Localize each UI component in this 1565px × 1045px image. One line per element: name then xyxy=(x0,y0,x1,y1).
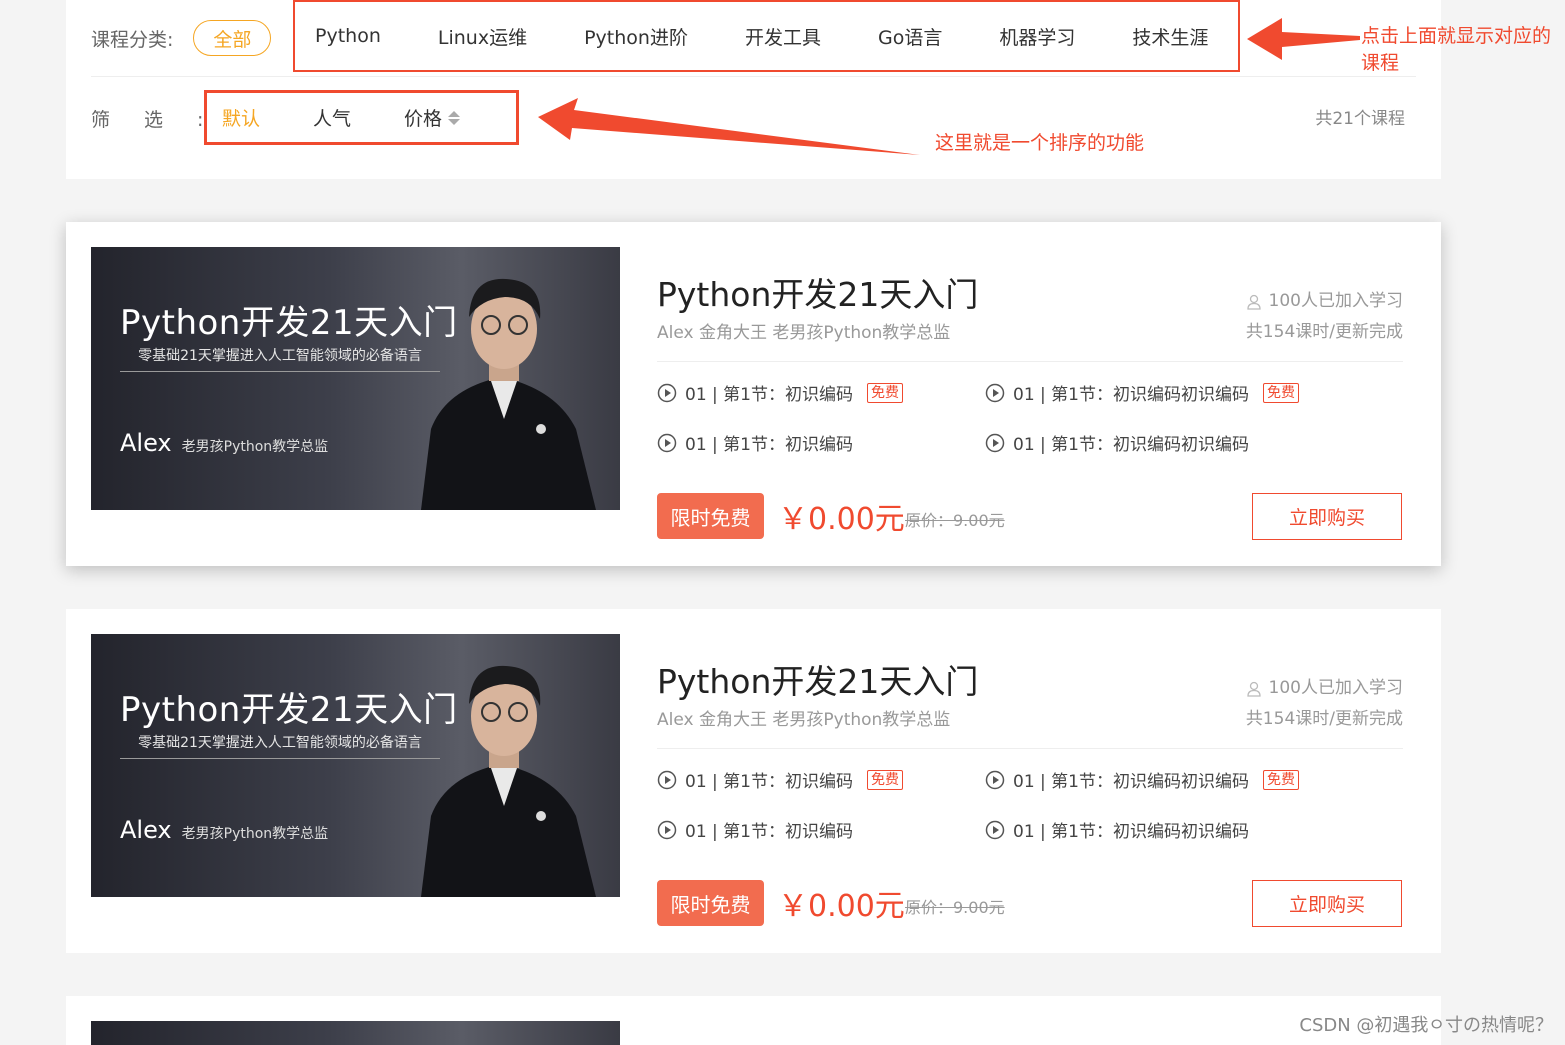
category-linux[interactable]: Linux运维 xyxy=(438,23,527,50)
free-tag: 免费 xyxy=(866,769,903,790)
play-icon xyxy=(657,383,677,402)
filter-panel: 课程分类: 全部 Python Linux运维 Python进阶 开发工具 Go… xyxy=(66,0,1441,179)
csdn-watermark: CSDN @初遇我ㅇ寸の热情呢？ xyxy=(1299,1015,1553,1036)
lesson-title: 01 | 第1节：初识编码 xyxy=(685,822,853,842)
learners-count: 100人已加入学习 xyxy=(1246,286,1403,317)
course-thumbnail[interactable]: Python开发21天入门 零基础21天掌握进入人工智能领域的必备语言 Alex… xyxy=(91,247,620,510)
course-price: ￥0.00元 xyxy=(778,502,905,537)
play-icon xyxy=(985,383,1005,402)
sort-default[interactable]: 默认 xyxy=(222,104,260,131)
sort-options: 默认 人气 价格 xyxy=(204,90,519,145)
course-thumbnail[interactable] xyxy=(91,1021,620,1045)
annotation-sort-note: 这里就是一个排序的功能 xyxy=(935,132,1145,154)
sort-price-label: 价格 xyxy=(404,108,443,130)
lesson-title: 01 | 第1节：初识编码初识编码 xyxy=(1013,822,1249,842)
card-divider xyxy=(657,361,1403,362)
course-meta: 100人已加入学习 共154课时/更新完成 xyxy=(1246,286,1403,348)
category-python-advanced[interactable]: Python进阶 xyxy=(584,23,688,50)
card-divider xyxy=(657,748,1403,749)
category-all-button[interactable]: 全部 xyxy=(193,20,272,56)
category-list: Python Linux运维 Python进阶 开发工具 Go语言 机器学习 技… xyxy=(293,0,1240,72)
lesson-title: 01 | 第1节：初识编码初识编码 xyxy=(1013,435,1249,455)
user-icon xyxy=(1246,294,1261,310)
thumbnail-author: Alex 老男孩Python教学总监 xyxy=(120,816,328,844)
course-teacher: Alex 金角大王 老男孩Python教学总监 xyxy=(657,323,951,343)
free-tag: 免费 xyxy=(866,382,903,403)
lessons-total: 共154课时/更新完成 xyxy=(1245,322,1403,342)
course-card[interactable]: Python开发21天入门 零基础21天掌握进入人工智能领域的必备语言 Alex… xyxy=(66,222,1441,566)
lesson-item[interactable]: 01 | 第1节：初识编码初识编码 xyxy=(985,430,1249,455)
course-total: 共21个课程 xyxy=(1315,109,1405,129)
user-icon xyxy=(1246,681,1261,697)
sort-price[interactable]: 价格 xyxy=(404,104,461,131)
lesson-item[interactable]: 01 | 第1节：初识编码初识编码 xyxy=(985,817,1249,842)
lesson-item[interactable]: 01 | 第1节：初识编码 免费 xyxy=(657,380,903,405)
learners-text: 100人已加入学习 xyxy=(1268,291,1403,311)
lesson-item[interactable]: 01 | 第1节：初识编码 免费 xyxy=(657,767,903,792)
course-title[interactable]: Python开发21天入门 xyxy=(657,268,978,316)
original-price: 原价：9.00元 xyxy=(905,511,1005,530)
learners-count: 100人已加入学习 xyxy=(1246,673,1403,704)
thumbnail-subtitle: 零基础21天掌握进入人工智能领域的必备语言 xyxy=(120,345,440,372)
instructor-photo-icon xyxy=(421,665,596,897)
lesson-title: 01 | 第1节：初识编码 xyxy=(685,772,853,792)
category-dev-tools[interactable]: 开发工具 xyxy=(745,23,821,50)
category-python[interactable]: Python xyxy=(315,25,381,47)
thumbnail-author-name: Alex xyxy=(120,816,172,844)
course-card[interactable]: Python开发21天入门 零基础21天掌握进入人工智能领域的必备语言 Alex… xyxy=(66,609,1441,953)
play-icon xyxy=(657,820,677,839)
play-icon xyxy=(985,770,1005,789)
play-icon xyxy=(985,820,1005,839)
category-machine-learning[interactable]: 机器学习 xyxy=(999,23,1075,50)
lesson-title: 01 | 第1节：初识编码初识编码 xyxy=(1013,772,1249,792)
course-title[interactable]: Python开发21天入门 xyxy=(657,655,978,703)
sort-arrows-icon xyxy=(448,110,461,125)
instructor-photo-icon xyxy=(421,278,596,510)
lesson-title: 01 | 第1节：初识编码 xyxy=(685,435,853,455)
lesson-item[interactable]: 01 | 第1节：初识编码初识编码 免费 xyxy=(985,380,1299,405)
lesson-item[interactable]: 01 | 第1节：初识编码初识编码 免费 xyxy=(985,767,1299,792)
buy-now-button[interactable]: 立即购买 xyxy=(1252,493,1402,540)
thumbnail-author-name: Alex xyxy=(120,429,172,457)
course-teacher: Alex 金角大王 老男孩Python教学总监 xyxy=(657,710,951,730)
course-meta: 100人已加入学习 共154课时/更新完成 xyxy=(1246,673,1403,735)
thumbnail-author-role: 老男孩Python教学总监 xyxy=(181,439,329,455)
course-card[interactable] xyxy=(66,996,1441,1045)
thumbnail-author-role: 老男孩Python教学总监 xyxy=(181,826,329,842)
lesson-item[interactable]: 01 | 第1节：初识编码 xyxy=(657,430,853,455)
course-price: ￥0.00元 xyxy=(778,889,905,924)
promo-badge: 限时免费 xyxy=(657,880,764,926)
free-tag: 免费 xyxy=(1262,382,1299,403)
learners-text: 100人已加入学习 xyxy=(1268,678,1403,698)
play-icon xyxy=(657,433,677,452)
category-label: 课程分类: xyxy=(91,28,174,51)
thumbnail-subtitle: 零基础21天掌握进入人工智能领域的必备语言 xyxy=(120,732,440,759)
play-icon xyxy=(657,770,677,789)
promo-badge: 限时免费 xyxy=(657,493,764,539)
sort-popularity[interactable]: 人气 xyxy=(313,104,351,131)
category-go[interactable]: Go语言 xyxy=(878,23,942,50)
play-icon xyxy=(985,433,1005,452)
lessons-total: 共154课时/更新完成 xyxy=(1245,709,1403,729)
course-thumbnail[interactable]: Python开发21天入门 零基础21天掌握进入人工智能领域的必备语言 Alex… xyxy=(91,634,620,897)
original-price: 原价：9.00元 xyxy=(905,898,1005,917)
lesson-title: 01 | 第1节：初识编码 xyxy=(685,385,853,405)
annotation-category-note: 点击上面就显示对应的课程 xyxy=(1361,25,1552,74)
category-career[interactable]: 技术生涯 xyxy=(1132,23,1208,50)
thumbnail-author: Alex 老男孩Python教学总监 xyxy=(120,429,328,457)
free-tag: 免费 xyxy=(1262,769,1299,790)
lesson-title: 01 | 第1节：初识编码初识编码 xyxy=(1013,385,1249,405)
buy-now-button[interactable]: 立即购买 xyxy=(1252,880,1402,927)
lesson-item[interactable]: 01 | 第1节：初识编码 xyxy=(657,817,853,842)
